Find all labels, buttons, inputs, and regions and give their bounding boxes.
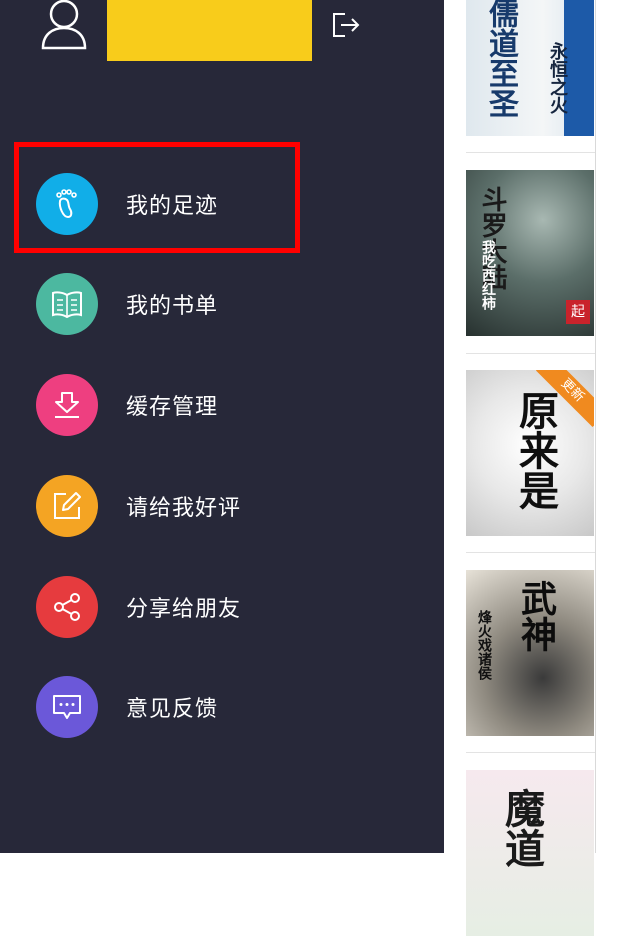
menu-item-cache[interactable]: 缓存管理: [36, 374, 416, 436]
book-cover[interactable]: 斗罗大陆 我吃西红柿 起: [466, 170, 594, 336]
divider: [466, 353, 595, 354]
menu-label: 我的书单: [126, 294, 219, 319]
divider: [466, 552, 595, 553]
menu-item-rate[interactable]: 请给我好评: [36, 475, 416, 537]
menu-item-booklist[interactable]: 我的书单: [36, 273, 416, 335]
divider: [466, 152, 595, 153]
menu-item-share[interactable]: 分享给朋友: [36, 576, 416, 638]
bookshelf-panel: 儒道至圣 永恒之火 斗罗大陆 我吃西红柿 起 原来是 更新 武神 烽火戏诸侯 魔…: [444, 0, 619, 936]
book-author: 永恒之火: [547, 42, 568, 114]
book-cover[interactable]: 原来是 更新: [466, 370, 594, 536]
menu-label: 请给我好评: [126, 496, 242, 521]
book-title: 儒道至圣: [483, 0, 518, 118]
book-list-icon: [36, 273, 98, 335]
menu-label: 意见反馈: [126, 697, 219, 722]
logout-icon[interactable]: [331, 11, 361, 39]
share-icon: [36, 576, 98, 638]
book-title: 原来是: [512, 390, 559, 510]
navigation-drawer: 我的足迹 我的书单 缓存管理 请给我好评 分享给朋友 意见反馈: [0, 0, 444, 853]
menu-item-footprint[interactable]: 我的足迹: [36, 173, 416, 235]
book-cover[interactable]: 魔道: [466, 770, 594, 936]
publisher-logo-icon: 起: [566, 300, 590, 324]
download-icon: [36, 374, 98, 436]
username-box[interactable]: [107, 0, 312, 61]
edit-icon: [36, 475, 98, 537]
book-author: 烽火戏诸侯: [476, 610, 492, 680]
book-list: 儒道至圣 永恒之火 斗罗大陆 我吃西红柿 起 原来是 更新 武神 烽火戏诸侯 魔…: [444, 0, 596, 936]
menu-label: 分享给朋友: [126, 597, 242, 622]
divider: [466, 752, 595, 753]
feedback-icon: [36, 676, 98, 738]
book-author: 我吃西红柿: [480, 240, 496, 310]
book-cover[interactable]: 儒道至圣 永恒之火: [466, 0, 594, 136]
book-title: 魔道: [498, 788, 545, 868]
menu-item-feedback[interactable]: 意见反馈: [36, 676, 416, 738]
avatar-icon[interactable]: [40, 0, 88, 50]
menu-label: 缓存管理: [126, 395, 219, 420]
menu-label: 我的足迹: [126, 194, 219, 219]
book-title: 武神: [515, 580, 557, 652]
footprint-icon: [36, 173, 98, 235]
book-cover[interactable]: 武神 烽火戏诸侯: [466, 570, 594, 736]
